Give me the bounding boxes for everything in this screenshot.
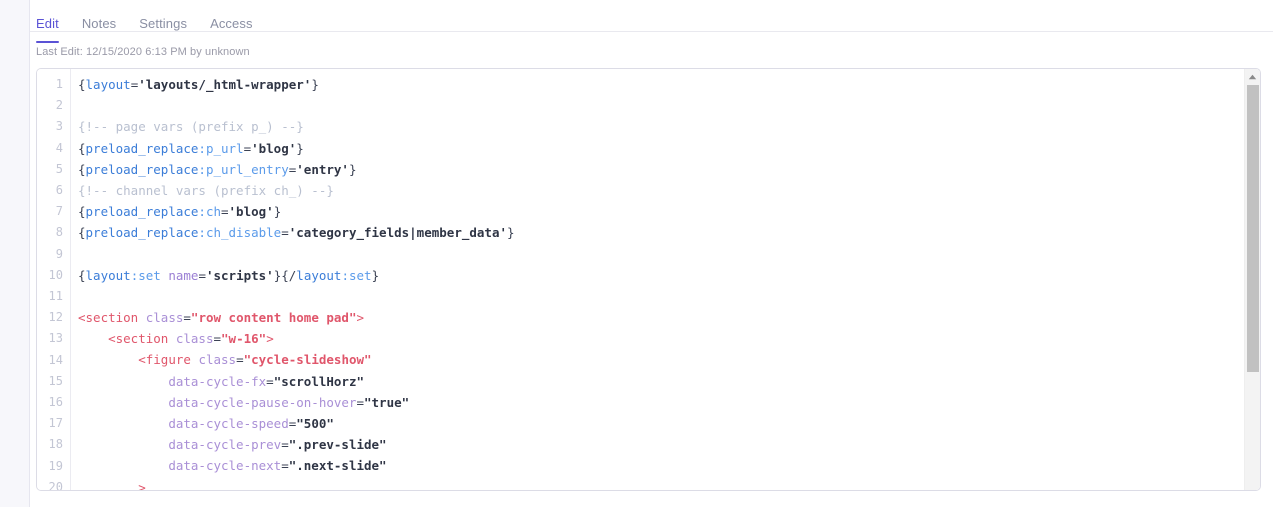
code-line: data-cycle-speed="500" <box>168 416 334 431</box>
page-root: Edit Notes Settings Access Last Edit: 12… <box>0 0 1273 507</box>
code-line: data-cycle-next=".next-slide" <box>168 458 387 474</box>
tab-settings[interactable]: Settings <box>139 0 187 42</box>
main-content: Edit Notes Settings Access Last Edit: 12… <box>30 0 1273 507</box>
code-line: <section class="row content home pad"> <box>78 310 365 326</box>
line-number: 18 <box>48 437 63 452</box>
line-number-gutter: 1 2 3 4 5 6 7 8 9 10 11 12 13 14 15 16 17 18 19 20 <box>37 69 71 490</box>
line-number: 9 <box>55 246 63 261</box>
line-number: 15 <box>48 373 63 388</box>
line-number: 16 <box>48 395 63 410</box>
code-text-area[interactable]: {layout='layouts/_html-wrapper'} {!-- pa… <box>71 69 1260 490</box>
code-line: <figure class="cycle-slideshow" <box>138 352 372 368</box>
tab-bar: Edit Notes Settings Access <box>30 0 1273 43</box>
line-number: 19 <box>48 458 63 473</box>
code-line: {preload_replace:ch='blog'} <box>78 204 282 220</box>
editor-vertical-scrollbar[interactable] <box>1244 69 1260 490</box>
tab-edit-label: Edit <box>36 16 59 31</box>
scroll-up-arrow-icon[interactable] <box>1245 69 1260 84</box>
tab-settings-label: Settings <box>139 16 188 31</box>
code-line: {!-- page vars (prefix p_) --} <box>78 119 304 135</box>
code-line: {layout:set name='scripts'}{/layout:set} <box>78 267 380 283</box>
code-editor[interactable]: 1 2 3 4 5 6 7 8 9 10 11 12 13 14 15 16 17 18 19 20 {layout=… <box>36 68 1261 491</box>
scrollbar-thumb[interactable] <box>1247 85 1259 372</box>
line-number: 10 <box>48 267 63 282</box>
line-number: 20 <box>48 479 63 491</box>
line-number: 14 <box>48 352 63 367</box>
line-number: 6 <box>55 183 63 198</box>
left-rail-strip <box>0 0 30 507</box>
code-line: {layout='layouts/_html-wrapper'} <box>78 77 319 92</box>
tab-access-label: Access <box>210 16 253 31</box>
code-line: {preload_replace:p_url_entry='entry'} <box>78 161 357 177</box>
tab-access[interactable]: Access <box>210 0 253 42</box>
line-number: 8 <box>55 225 63 240</box>
line-number: 5 <box>55 161 63 176</box>
code-line: > <box>138 479 146 490</box>
line-number: 3 <box>55 119 63 134</box>
tab-notes[interactable]: Notes <box>82 0 116 42</box>
line-number: 17 <box>48 416 63 431</box>
code-line: data-cycle-prev=".prev-slide" <box>168 437 387 453</box>
tab-notes-label: Notes <box>81 16 117 31</box>
line-number: 13 <box>48 331 63 346</box>
code-line: data-cycle-fx="scrollHorz" <box>168 373 364 389</box>
code-line: {preload_replace:ch_disable='category_fi… <box>78 225 515 241</box>
line-number: 2 <box>55 98 63 113</box>
code-line: data-cycle-pause-on-hover="true" <box>168 394 410 410</box>
tab-edit[interactable]: Edit <box>36 0 59 43</box>
line-number: 1 <box>55 77 63 91</box>
line-number: 11 <box>48 289 63 304</box>
line-number: 4 <box>55 140 63 155</box>
line-number: 12 <box>48 310 63 325</box>
code-line: {!-- channel vars (prefix ch_) --} <box>78 182 334 198</box>
code-line: {preload_replace:p_url='blog'} <box>78 140 304 156</box>
line-number: 7 <box>55 204 63 219</box>
code-line: <section class="w-16"> <box>108 331 274 347</box>
